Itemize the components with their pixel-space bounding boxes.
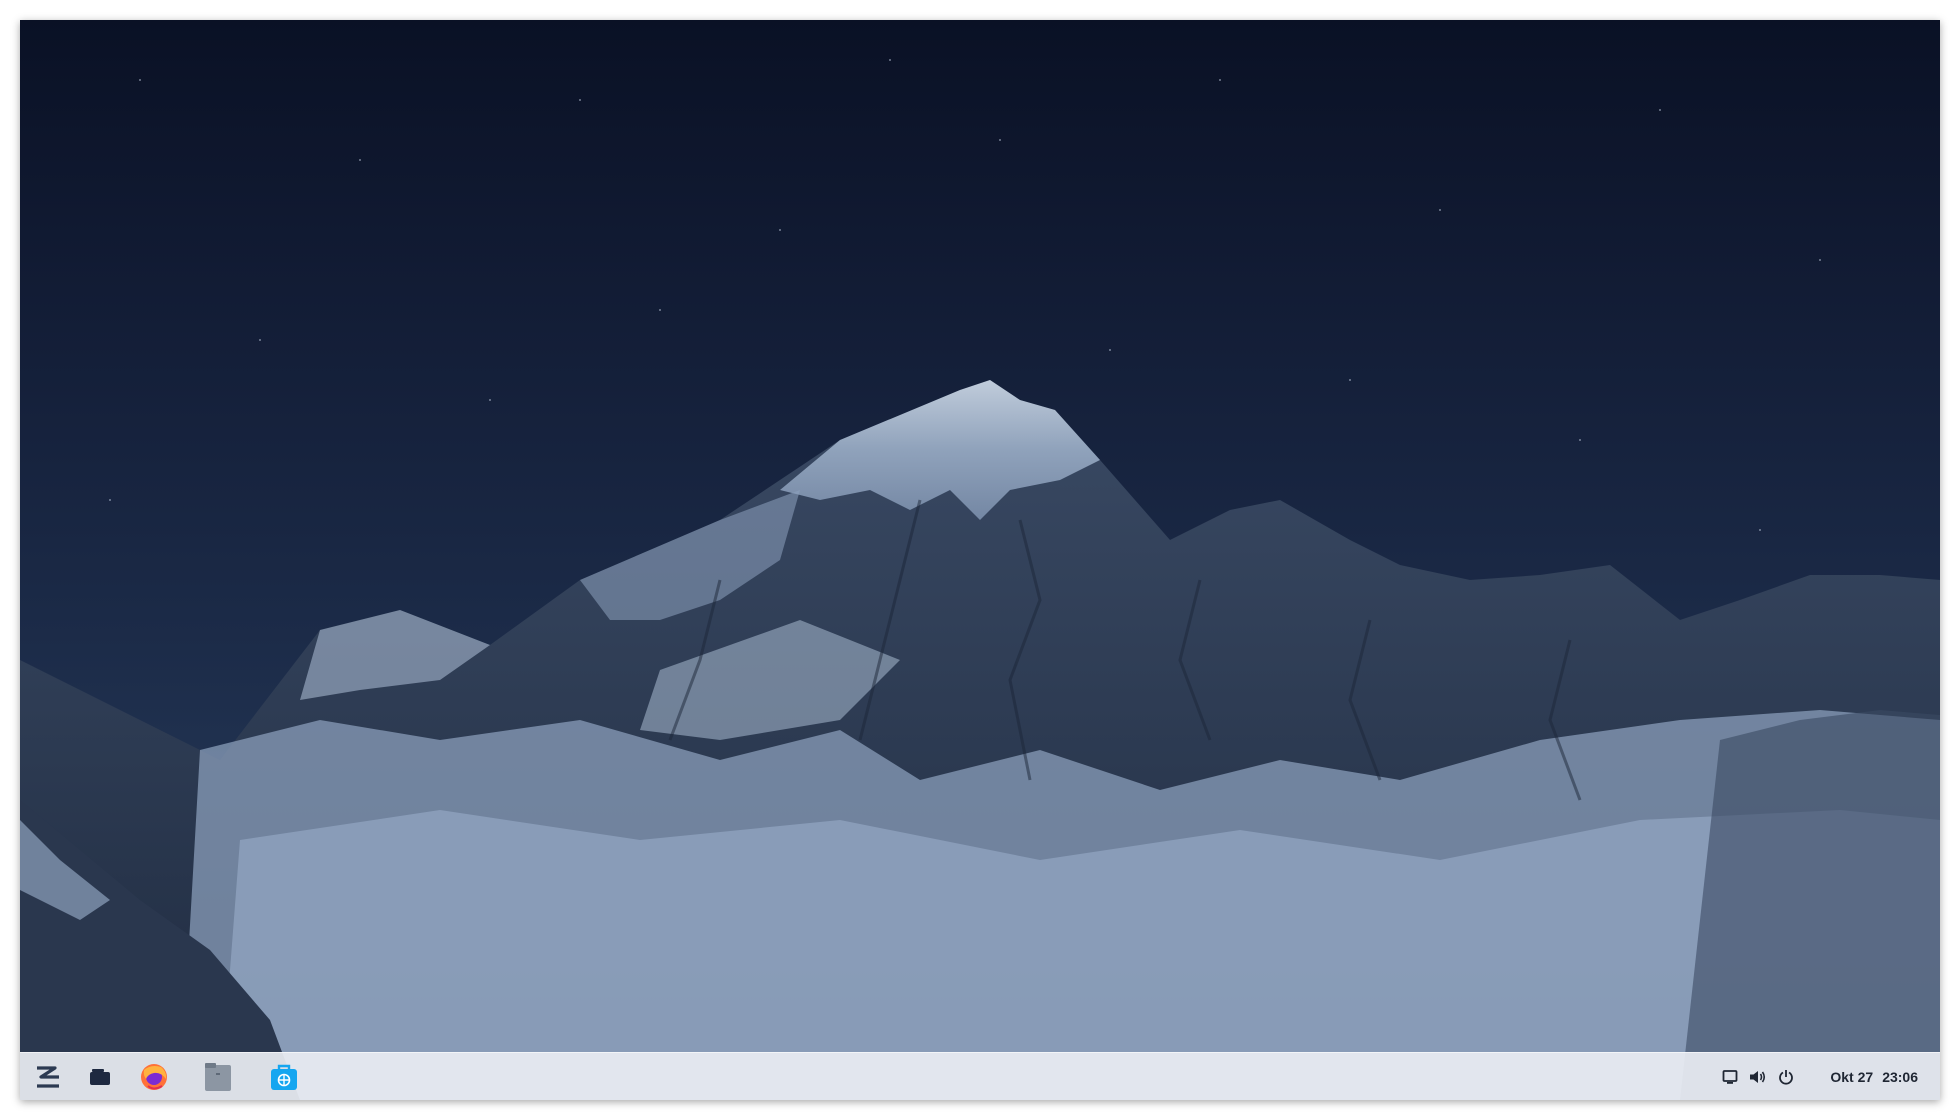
- firefox-icon: [141, 1064, 167, 1090]
- zorin-menu-button[interactable]: [28, 1059, 68, 1095]
- power-icon: [1779, 1070, 1794, 1085]
- volume-icon: [1750, 1071, 1766, 1083]
- clock-date: Okt 27: [1830, 1069, 1874, 1085]
- taskbar: Okt 27 23:06: [20, 1052, 1940, 1100]
- clock-time: 23:06: [1882, 1069, 1918, 1085]
- desktop: Okt 27 23:06: [20, 20, 1940, 1100]
- clock[interactable]: Okt 27 23:06: [1830, 1069, 1918, 1085]
- power-button[interactable]: [1772, 1053, 1800, 1100]
- workspaces-button[interactable]: [80, 1059, 120, 1095]
- workspaces-icon: [90, 1069, 110, 1085]
- system-tray: Okt 27 23:06: [1716, 1053, 1940, 1100]
- display-icon: [1722, 1070, 1738, 1084]
- mountain-wallpaper: [20, 59, 1940, 1100]
- files-icon: [205, 1063, 231, 1091]
- zorin-menu-icon: [37, 1066, 59, 1088]
- display-button[interactable]: [1716, 1053, 1744, 1100]
- software-store-button[interactable]: [264, 1059, 304, 1095]
- volume-button[interactable]: [1744, 1053, 1772, 1100]
- firefox-button[interactable]: [134, 1059, 174, 1095]
- software-store-icon: [271, 1064, 297, 1090]
- files-button[interactable]: [198, 1059, 238, 1095]
